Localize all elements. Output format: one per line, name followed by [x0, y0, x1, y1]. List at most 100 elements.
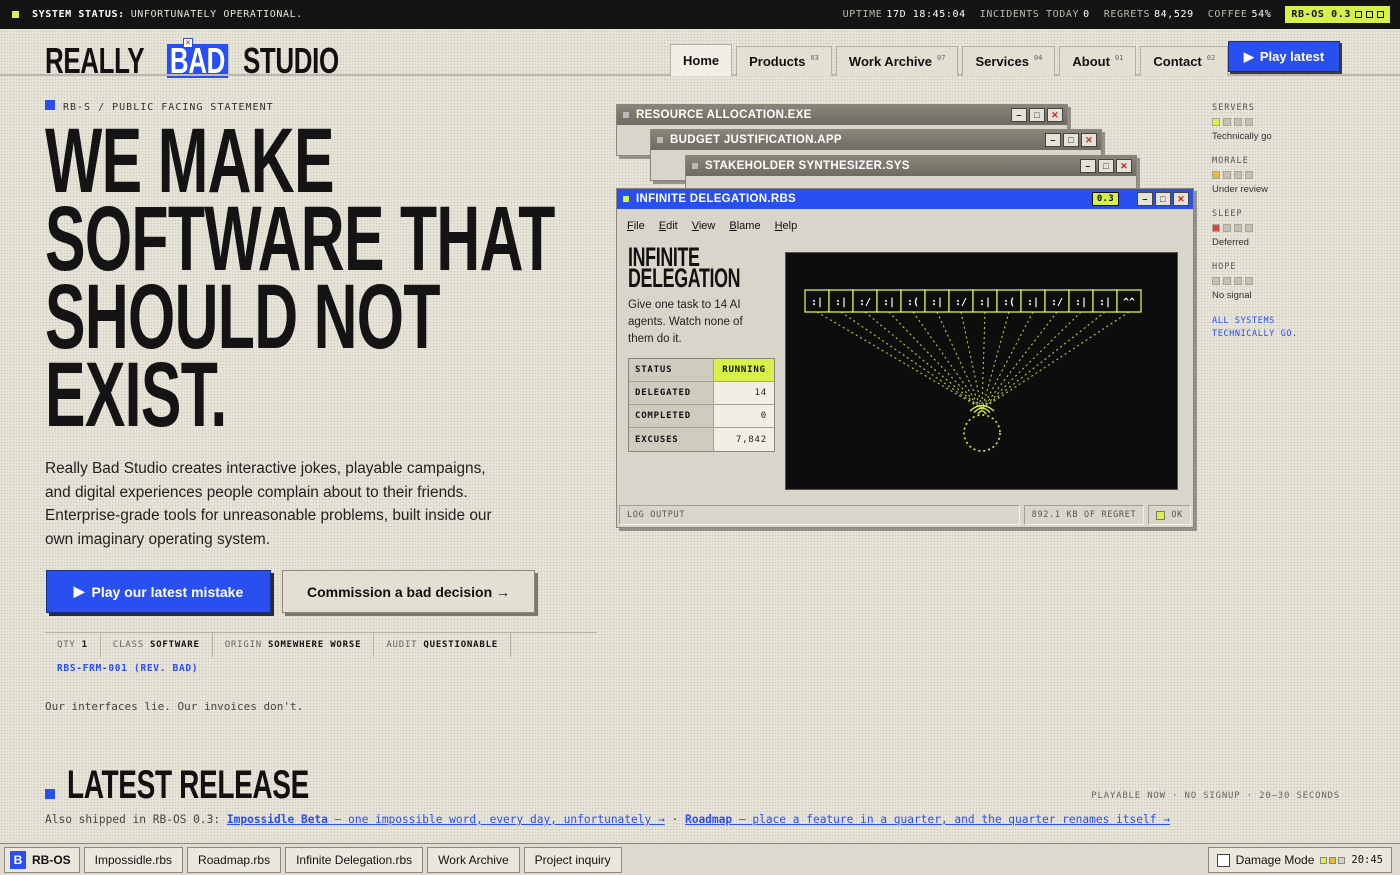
metric-bar-segment [1234, 224, 1242, 232]
ok-indicator: OK [1148, 505, 1191, 525]
window-titlebar[interactable]: STAKEHOLDER SYNTHESIZER.SYS – □ ✕ [686, 156, 1136, 176]
agent-face: :| [1099, 297, 1111, 308]
close-icon[interactable]: ✕ [1173, 192, 1189, 206]
impossidle-link[interactable]: Impossidle Beta — one impossible word, e… [227, 813, 665, 826]
close-icon[interactable]: ✕ [1047, 108, 1063, 122]
agent-face: :/ [955, 297, 967, 308]
agent-face: :/ [1051, 297, 1063, 308]
logo-word-bad: BAD [166, 43, 228, 79]
kicker-square-icon [45, 99, 55, 110]
status-indicator-icon [12, 11, 19, 18]
metric-morale: MORALE Under review [1212, 156, 1322, 195]
delegation-line [981, 311, 1034, 410]
status-light-icon [1338, 856, 1346, 864]
status-value: UNFORTUNATELY OPERATIONAL. [130, 9, 303, 20]
spec-qty: QTY 1 [45, 633, 101, 657]
menu-view[interactable]: View [692, 220, 716, 232]
app-description: Give one task to 14 AI agents. Watch non… [628, 299, 743, 345]
latest-release-heading: LATEST RELEASE [67, 763, 309, 807]
window-menubar: File Edit View Blame Help [627, 220, 797, 232]
play-latest-button[interactable]: ▶ Play latest [1228, 41, 1340, 72]
tab-contact[interactable]: Contact 02 [1140, 46, 1229, 76]
taskbar-item-impossidle[interactable]: Impossidle.rbs [83, 846, 184, 873]
delegation-screen: :|:|:/:|:(:|:/:|:(:|:/:|:| ^^ [785, 252, 1178, 490]
maximize-icon[interactable]: □ [1063, 133, 1079, 147]
log-output-panel: LOG OUTPUT [619, 505, 1020, 525]
rb-os-logo-icon: B [10, 850, 26, 869]
minimize-icon[interactable]: – [1011, 108, 1027, 122]
agent-face: :| [1027, 297, 1039, 308]
spec-class: CLASS SOFTWARE [101, 633, 213, 657]
window-dot-icon [623, 196, 629, 202]
delegation-line [981, 311, 1010, 410]
close-icon[interactable]: ✕ [1081, 133, 1097, 147]
metric-bar-segment [1223, 171, 1231, 179]
delegation-line [981, 311, 1106, 410]
agent-face: :| [811, 297, 823, 308]
tab-home[interactable]: Home [670, 44, 733, 76]
metric-bar-segment [1245, 224, 1253, 232]
uptime-label: UPTIME [842, 9, 883, 20]
hero-tagline: Our interfaces lie. Our invoices don't. [45, 700, 304, 713]
minimize-icon[interactable]: – [1045, 133, 1061, 147]
metric-bar-segment [1245, 277, 1253, 285]
metric-servers: SERVERS Technically go [1212, 103, 1322, 142]
metric-bars [1212, 171, 1322, 179]
tab-work-archive[interactable]: Work Archive 07 [835, 46, 959, 76]
damage-mode-checkbox[interactable] [1216, 853, 1230, 867]
signal-arc [977, 410, 987, 415]
hero-headline: WE MAKE SOFTWARE THAT SHOULD NOT EXIST. [45, 115, 605, 441]
agent-face: :| [931, 297, 943, 308]
tab-services[interactable]: Services 04 [962, 46, 1056, 76]
agent-face: :( [907, 297, 919, 308]
minimize-icon[interactable]: – [1137, 192, 1153, 206]
maximize-icon[interactable]: □ [1029, 108, 1045, 122]
window-titlebar[interactable]: RESOURCE ALLOCATION.EXE – □ ✕ [617, 105, 1067, 125]
tab-products[interactable]: Products 03 [736, 46, 832, 76]
start-button[interactable]: B RB-OS [4, 846, 80, 873]
task-circle [963, 414, 1001, 452]
agent-face: :| [1075, 297, 1087, 308]
window-icon [1366, 11, 1373, 18]
metric-bar-segment [1223, 118, 1231, 126]
status-badge: RUNNING [713, 359, 774, 381]
tab-about[interactable]: About 01 [1059, 46, 1137, 76]
metric-bar-segment [1212, 277, 1220, 285]
menu-help[interactable]: Help [775, 220, 798, 232]
taskbar-clock: 20:45 [1351, 854, 1383, 866]
minimize-icon[interactable]: – [1080, 159, 1096, 173]
commission-decision-button[interactable]: Commission a bad decision → [282, 570, 535, 613]
roadmap-link[interactable]: Roadmap — place a feature in a quarter, … [685, 813, 1170, 826]
metric-bar-segment [1234, 171, 1242, 179]
maximize-icon[interactable]: □ [1155, 192, 1171, 206]
taskbar-item-work-archive[interactable]: Work Archive [427, 846, 520, 873]
taskbar-item-infinite-delegation[interactable]: Infinite Delegation.rbs [285, 846, 424, 873]
menu-edit[interactable]: Edit [659, 220, 678, 232]
metric-sleep: SLEEP Deferred [1212, 209, 1322, 248]
agent-face: :| [883, 297, 895, 308]
taskbar-item-project-inquiry[interactable]: Project inquiry [523, 846, 622, 873]
uptime-value: 17D 18:45:04 [886, 9, 966, 20]
studio-logo[interactable]: REALLY BAD × STUDIO [45, 38, 376, 79]
taskbar-item-roadmap[interactable]: Roadmap.rbs [187, 846, 282, 873]
maximize-icon[interactable]: □ [1098, 159, 1114, 173]
ok-light-icon [1156, 510, 1166, 520]
close-icon[interactable]: ✕ [1116, 159, 1132, 173]
window-infinite-delegation[interactable]: INFINITE DELEGATION.RBS 0.3 – □ ✕ File Edi… [616, 188, 1194, 528]
status-light-icon [1329, 856, 1337, 864]
metric-hope: HOPE No signal [1212, 262, 1322, 301]
spec-audit: AUDIT QUESTIONABLE [374, 633, 512, 657]
status-light-icon [1320, 856, 1328, 864]
systems-status-link[interactable]: ALL SYSTEMS TECHNICALLY GO. [1212, 315, 1322, 341]
menu-blame[interactable]: Blame [729, 220, 760, 232]
play-latest-mistake-button[interactable]: ▶ Play our latest mistake [46, 570, 271, 613]
delegation-line [864, 311, 983, 410]
delegation-line [840, 311, 983, 410]
version-badge: 0.3 [1091, 192, 1119, 206]
os-taskbar: B RB-OS Impossidle.rbs Roadmap.rbs Infin… [0, 843, 1400, 875]
metric-bar-segment [1234, 118, 1242, 126]
menu-file[interactable]: File [627, 220, 645, 232]
window-titlebar[interactable]: INFINITE DELEGATION.RBS 0.3 – □ ✕ [617, 189, 1193, 209]
agent-face: ^^ [1123, 297, 1135, 308]
window-titlebar[interactable]: BUDGET JUSTIFICATION.APP – □ ✕ [651, 130, 1101, 150]
